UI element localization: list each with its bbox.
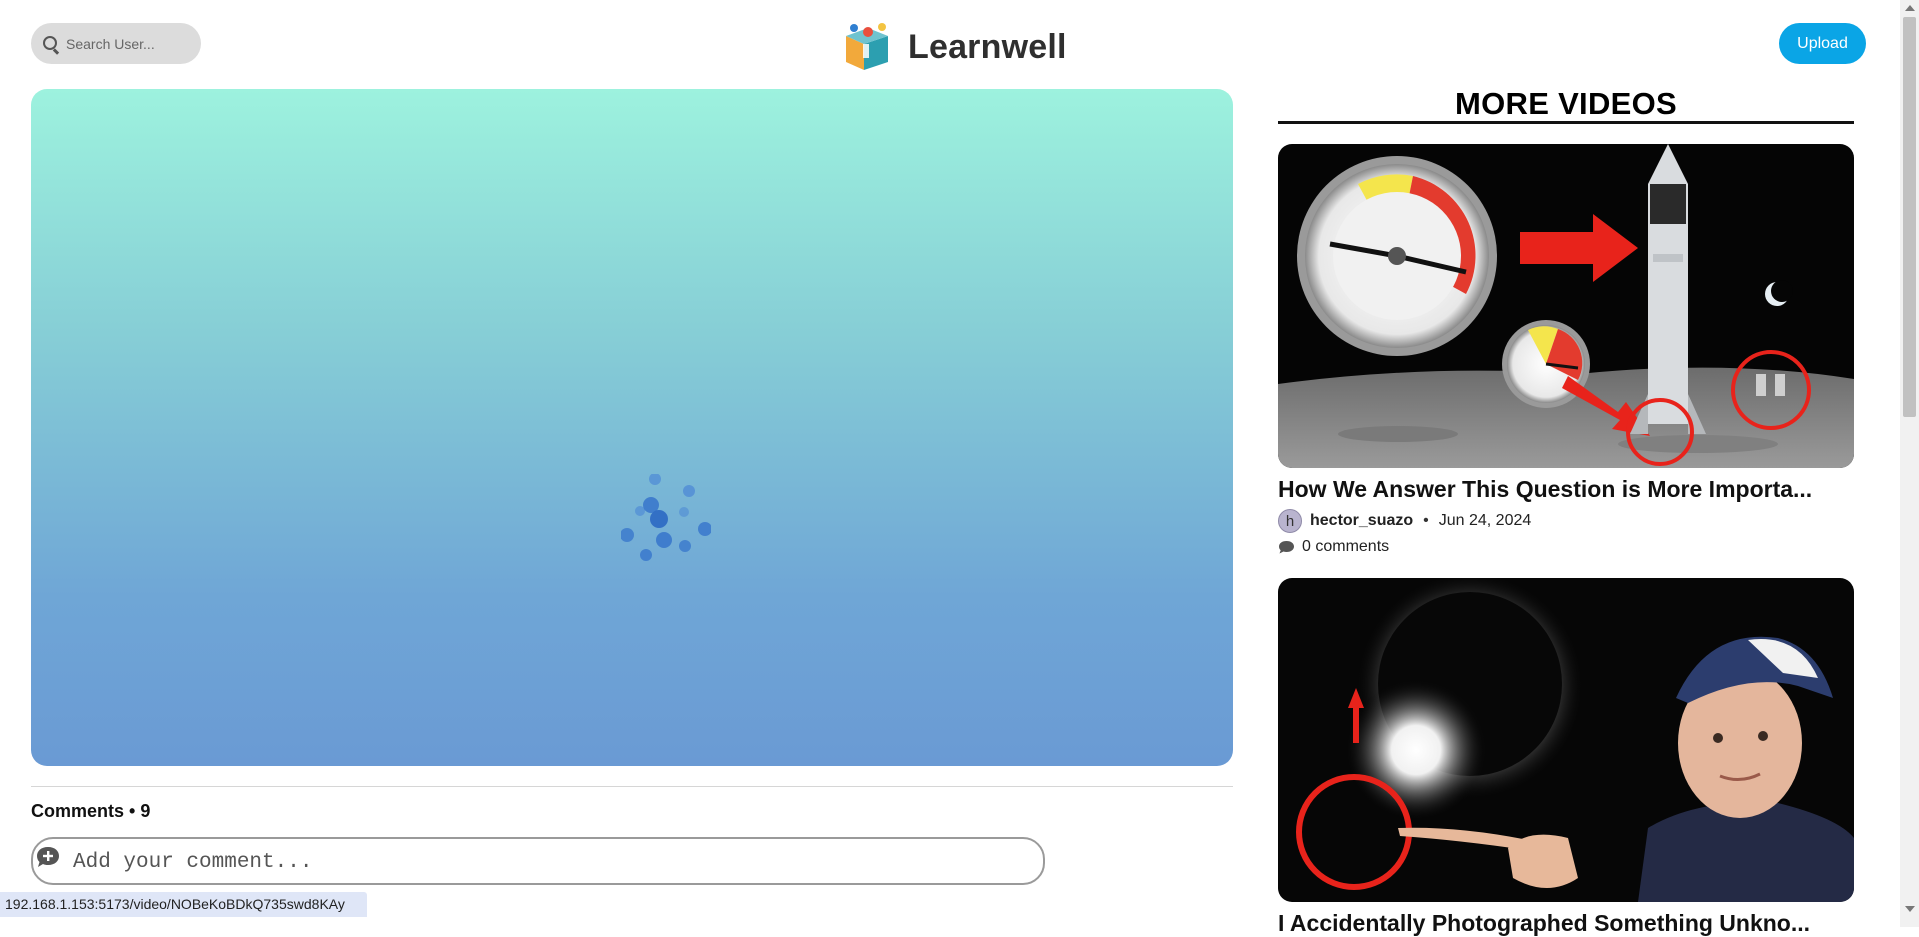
search-bar[interactable]	[31, 23, 201, 64]
upload-date: Jun 24, 2024	[1438, 512, 1532, 529]
comments-count: Comments • 9	[31, 801, 151, 821]
upload-button[interactable]: Upload	[1779, 23, 1866, 64]
video-title[interactable]: How We Answer This Question is More Impo…	[1278, 476, 1854, 503]
more-videos-title: MORE VIDEOS	[1454, 86, 1678, 121]
video-thumbnail[interactable]	[1278, 578, 1854, 902]
brand[interactable]: Learnwell	[842, 22, 1067, 72]
video-card[interactable]: I Accidentally Photographed Something Un…	[1278, 578, 1854, 937]
learnwell-logo-icon	[846, 23, 888, 70]
video-title[interactable]: I Accidentally Photographed Something Un…	[1278, 910, 1854, 937]
title-underline	[1278, 121, 1854, 124]
video-card[interactable]: How We Answer This Question is More Impo…	[1278, 144, 1854, 556]
loading-spinner-icon	[621, 474, 711, 561]
comment-bubble-icon	[1279, 541, 1294, 554]
thumbnail-spaceship-pressure-image	[1278, 144, 1854, 468]
add-comment-icon	[37, 847, 59, 867]
meta-separator: •	[1423, 512, 1429, 529]
author-name[interactable]: hector_suazo	[1310, 512, 1413, 530]
avatar[interactable]: h	[1278, 509, 1302, 533]
search-icon	[43, 35, 60, 54]
video-thumbnail[interactable]	[1278, 144, 1854, 468]
brand-name: Learnwell	[908, 27, 1067, 66]
scroll-up-icon[interactable]	[1905, 5, 1915, 11]
video-player[interactable]	[31, 89, 1233, 766]
video-comment-count: 0 comments	[1278, 538, 1854, 556]
video-meta: h hector_suazo • Jun 24, 2024	[1278, 509, 1854, 533]
search-input[interactable]	[64, 34, 188, 53]
comment-count-label: 0 comments	[1302, 538, 1390, 555]
status-bar-url: 192.168.1.153:5173/video/NOBeKoBDkQ735sw…	[0, 892, 367, 917]
divider	[31, 786, 1233, 787]
scrollbar-thumb[interactable]	[1903, 17, 1916, 417]
comment-input-box[interactable]	[31, 837, 1045, 885]
comment-textarea[interactable]	[71, 849, 1035, 881]
page-scrollbar[interactable]	[1900, 0, 1919, 927]
thumbnail-eclipse-image	[1278, 578, 1854, 902]
scroll-down-icon[interactable]	[1905, 906, 1915, 912]
